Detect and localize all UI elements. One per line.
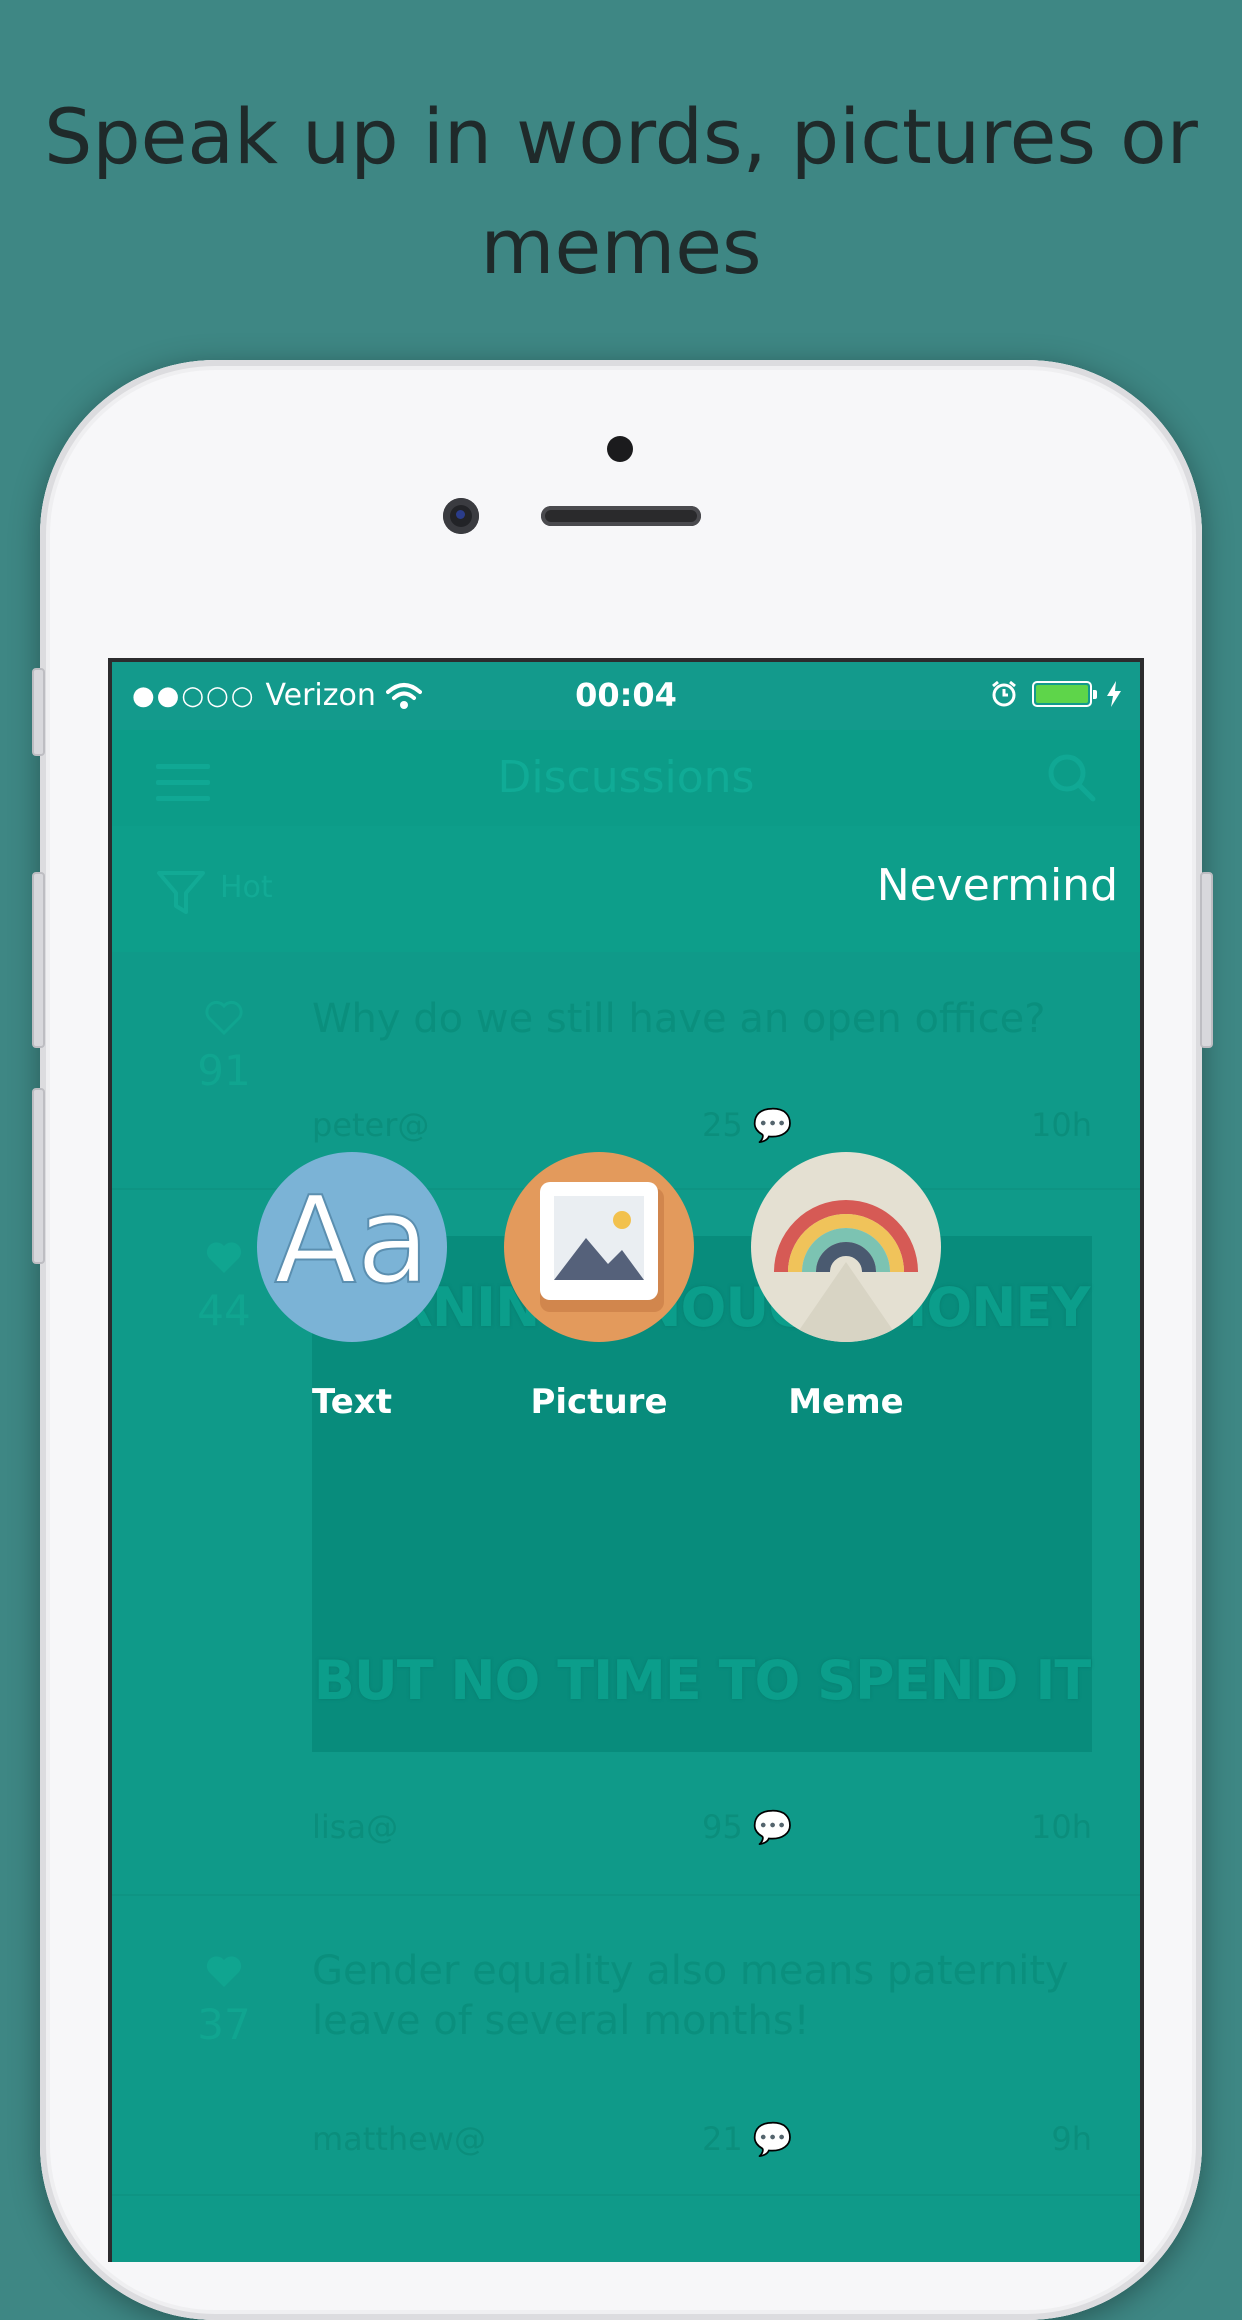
post-author: matthew@: [312, 2120, 487, 2158]
post-age: 10h: [1031, 1106, 1092, 1144]
comment-bubble-icon: 💬: [752, 1106, 793, 1144]
vote-count: 37: [197, 2000, 251, 2049]
discussion-feed: 91 Why do we still have an open office? …: [112, 952, 1140, 2262]
compose-meme-label: Meme: [788, 1382, 904, 1422]
alarm-icon: [992, 680, 1016, 707]
compose-options: Aa Text Picture Meme: [112, 1152, 1140, 1472]
meme-bottom-caption: BUT NO TIME TO SPEND IT: [313, 1649, 1092, 1712]
compose-picture-label: Picture: [530, 1382, 668, 1422]
compose-meme-button[interactable]: Meme: [746, 1152, 946, 1422]
heart-outline-icon[interactable]: [204, 1000, 244, 1036]
filter-funnel-icon[interactable]: [156, 868, 206, 918]
headline: Speak up in words, pictures or memes: [44, 92, 1198, 291]
nav-bar: Discussions: [112, 730, 1140, 826]
app-screen: ●●○○○ Verizon 00:04 Discussions Hot Neve…: [108, 658, 1144, 2262]
filter-bar: Hot Nevermind: [112, 826, 1140, 952]
post-age: 10h: [1031, 1808, 1092, 1846]
compose-text-button[interactable]: Aa Text: [252, 1152, 452, 1422]
compose-text-label: Text: [312, 1382, 392, 1422]
post-text: Gender equality also means paternity lea…: [312, 1948, 1069, 2044]
svg-text:Aa: Aa: [274, 1172, 430, 1311]
vote-count: 91: [197, 1046, 251, 1095]
comment-count: 25 💬: [702, 1106, 793, 1144]
text-aa-icon[interactable]: Aa: [257, 1152, 447, 1342]
comment-count: 21 💬: [702, 2120, 793, 2158]
front-camera: [443, 498, 479, 534]
clock: 00:04: [575, 676, 677, 714]
post-text: Why do we still have an open office?: [312, 996, 1046, 1042]
nav-title: Discussions: [497, 752, 755, 803]
vote-control[interactable]: 91: [184, 1000, 264, 1095]
status-bar: ●●○○○ Verizon 00:04: [112, 662, 1140, 730]
post-author: lisa@: [312, 1808, 399, 1846]
vote-control[interactable]: 37: [184, 1954, 264, 2049]
power-button: [1200, 872, 1213, 1048]
post-item[interactable]: 37 Gender equality also means paternity …: [112, 1894, 1140, 2196]
nevermind-button[interactable]: Nevermind: [877, 860, 1118, 911]
post-author: peter@: [312, 1106, 430, 1144]
comment-count: 95 💬: [702, 1808, 793, 1846]
picture-icon[interactable]: [504, 1152, 694, 1342]
proximity-sensor: [607, 436, 633, 462]
post-age: 9h: [1051, 2120, 1092, 2158]
volume-down-button: [32, 1088, 45, 1264]
earpiece-speaker: [541, 506, 701, 526]
comment-bubble-icon: 💬: [752, 1808, 793, 1846]
compose-picture-button[interactable]: Picture: [499, 1152, 699, 1422]
heart-filled-icon[interactable]: [204, 1954, 244, 1990]
volume-up-button: [32, 872, 45, 1048]
charging-bolt-icon: [1107, 681, 1121, 707]
filter-label[interactable]: Hot: [220, 870, 273, 905]
rainbow-meme-icon[interactable]: [751, 1152, 941, 1342]
search-icon[interactable]: [1046, 752, 1096, 802]
battery-icon: [1032, 681, 1097, 707]
comment-bubble-icon: 💬: [752, 2120, 793, 2158]
silent-switch: [32, 668, 45, 756]
